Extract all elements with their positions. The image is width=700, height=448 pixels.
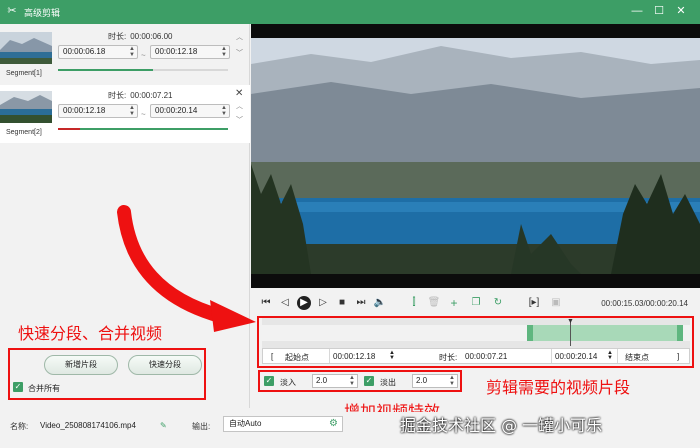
file-name: Video_250808174106.mp4 bbox=[40, 421, 136, 430]
spin-arrows-icon[interactable]: ▲ ▼ bbox=[129, 105, 135, 117]
spin-arrows-icon[interactable]: ▲ ▼ bbox=[221, 46, 227, 58]
edit-name-icon[interactable]: ✎ bbox=[160, 421, 167, 430]
segment-name: Segment[2] bbox=[6, 129, 42, 136]
divider bbox=[329, 349, 330, 363]
watermark: 掘金技术社区 @ 一罐小可乐 bbox=[400, 416, 603, 435]
range-dash: ~ bbox=[141, 110, 146, 119]
name-label: 名称: bbox=[10, 422, 29, 431]
set-end-button[interactable]: 结束点 bbox=[625, 352, 649, 363]
add-icon[interactable]: + bbox=[447, 296, 461, 310]
step-back-icon[interactable]: ◁ bbox=[278, 296, 292, 310]
advanced-editor-window: ✂ 高级剪辑 — ☐ ✕ Segment[1] 时长: 00:00:06.00 0… bbox=[0, 0, 700, 448]
close-button[interactable]: ✕ bbox=[674, 4, 688, 18]
segment-start-input[interactable]: 00:00:12.18 ▲ ▼ bbox=[58, 104, 138, 118]
scissors-app-icon: ✂ bbox=[7, 5, 17, 17]
merge-all-checkbox[interactable]: ✓ bbox=[13, 382, 23, 392]
quick-split-button[interactable]: 快速分段 bbox=[128, 355, 202, 375]
next-frame-icon[interactable]: ⏭ bbox=[354, 296, 368, 310]
range-dash: ~ bbox=[141, 51, 146, 60]
fade-out-label: 淡出 bbox=[380, 378, 396, 387]
segment-end-input[interactable]: 00:00:12.18 ▲ ▼ bbox=[150, 45, 230, 59]
segment-thumbnail bbox=[0, 32, 52, 64]
range-row: [ 起始点 00:00:12.18 ▲ ▼ 时长: 00:00:07.21 00:… bbox=[262, 348, 690, 364]
landscape-frame bbox=[251, 24, 700, 288]
window-title: 高级剪辑 bbox=[24, 8, 61, 18]
add-segment-button[interactable]: 新增片段 bbox=[44, 355, 118, 375]
crop-icon[interactable]: ▣ bbox=[549, 296, 563, 310]
player-controls: ⏮ ◁ ▶ ▷ ■ ⏭ 🔈 ⫿ 🗑 + ❐ ↻ [▸] ▣ 00:00:15.0… bbox=[251, 292, 700, 316]
scroll-up-icon[interactable]: ︿ bbox=[236, 32, 243, 42]
spin-arrows-icon[interactable]: ▲ ▼ bbox=[129, 46, 135, 58]
minimize-button[interactable]: — bbox=[630, 4, 644, 18]
volume-icon[interactable]: 🔈 bbox=[373, 296, 387, 310]
spin-arrows-icon[interactable]: ▲ ▼ bbox=[349, 375, 355, 387]
spin-arrows-icon[interactable]: ▲ ▼ bbox=[389, 350, 395, 361]
title-bar: ✂ 高级剪辑 — ☐ ✕ bbox=[0, 0, 700, 24]
video-preview[interactable] bbox=[251, 24, 700, 288]
timeline[interactable]: ▼ bbox=[262, 318, 690, 348]
segment-item-selected[interactable]: Segment[2] 时长: 00:00:07.21 00:00:12.18 ▲ ▼ … bbox=[0, 85, 250, 143]
start-time-input[interactable]: 00:00:12.18 bbox=[333, 352, 375, 361]
prev-frame-icon[interactable]: ⏮ bbox=[259, 296, 273, 310]
divider bbox=[617, 349, 618, 363]
divider bbox=[551, 349, 552, 363]
fade-out-checkbox[interactable]: ✓ bbox=[364, 376, 374, 386]
remove-segment-icon[interactable]: ✕ bbox=[235, 88, 243, 99]
maximize-button[interactable]: ☐ bbox=[652, 4, 666, 18]
segment-progress bbox=[58, 69, 228, 71]
timeline-selected-range[interactable] bbox=[527, 325, 683, 341]
segment-thumbnail bbox=[0, 91, 52, 123]
output-label: 输出: bbox=[192, 422, 211, 431]
undo-icon[interactable]: ↻ bbox=[491, 296, 505, 310]
fade-in-checkbox[interactable]: ✓ bbox=[264, 376, 274, 386]
output-select[interactable]: 自动Auto ⚙ bbox=[223, 416, 343, 432]
playhead-marker-icon[interactable]: ▼ bbox=[567, 318, 574, 325]
play-icon[interactable]: ▶ bbox=[297, 296, 311, 310]
fade-in-input[interactable]: 2.0 ▲ ▼ bbox=[312, 374, 358, 388]
delete-icon[interactable]: 🗑 bbox=[427, 296, 441, 310]
spin-arrows-icon[interactable]: ▲ ▼ bbox=[449, 375, 455, 387]
scroll-down-icon[interactable]: ﹀ bbox=[236, 48, 243, 58]
segment-duration: 时长: 00:00:07.21 bbox=[108, 91, 173, 100]
segment-progress bbox=[58, 128, 228, 130]
segment-name: Segment[1] bbox=[6, 70, 42, 77]
segment-item[interactable]: Segment[1] 时长: 00:00:06.00 00:00:06.18 ▲ ▼ … bbox=[0, 26, 250, 84]
segment-duration: 时长: 00:00:06.00 bbox=[108, 32, 173, 41]
copy-icon[interactable]: ❐ bbox=[469, 296, 483, 310]
segment-end-input[interactable]: 00:00:20.14 ▲ ▼ bbox=[150, 104, 230, 118]
merge-all-label: 合并所有 bbox=[28, 384, 60, 393]
time-readout: 00:00:15.03/00:00:20.14 bbox=[601, 299, 688, 308]
annotation-quick-split: 快速分段、合并视频 bbox=[18, 324, 163, 343]
stop-icon[interactable]: ■ bbox=[335, 296, 349, 310]
fade-in-label: 淡入 bbox=[280, 378, 296, 387]
start-bracket: [ bbox=[271, 352, 274, 361]
scroll-up-icon[interactable]: ︿ bbox=[236, 101, 243, 111]
spin-arrows-icon[interactable]: ▲ ▼ bbox=[221, 105, 227, 117]
end-bracket: ] bbox=[677, 352, 680, 361]
spin-arrows-icon[interactable]: ▲ ▼ bbox=[607, 350, 613, 361]
end-time-input[interactable]: 00:00:20.14 bbox=[555, 352, 597, 361]
step-forward-icon[interactable]: ▷ bbox=[316, 296, 330, 310]
annotation-clip-segment: 剪辑需要的视频片段 bbox=[486, 378, 631, 397]
range-duration-value: 00:00:07.21 bbox=[465, 352, 508, 361]
segment-panel: Segment[1] 时长: 00:00:06.00 00:00:06.18 ▲ ▼ … bbox=[0, 24, 256, 408]
scroll-down-icon[interactable]: ﹀ bbox=[236, 115, 243, 125]
split-icon[interactable]: ⫿ bbox=[407, 296, 421, 310]
bracket-icon[interactable]: [▸] bbox=[527, 296, 541, 310]
segment-start-input[interactable]: 00:00:06.18 ▲ ▼ bbox=[58, 45, 138, 59]
gear-icon[interactable]: ⚙ bbox=[329, 417, 338, 431]
set-start-button[interactable]: 起始点 bbox=[285, 352, 309, 363]
range-duration-label: 时长: bbox=[439, 353, 458, 362]
annotation-arrow bbox=[117, 205, 256, 332]
fade-out-input[interactable]: 2.0 ▲ ▼ bbox=[412, 374, 458, 388]
